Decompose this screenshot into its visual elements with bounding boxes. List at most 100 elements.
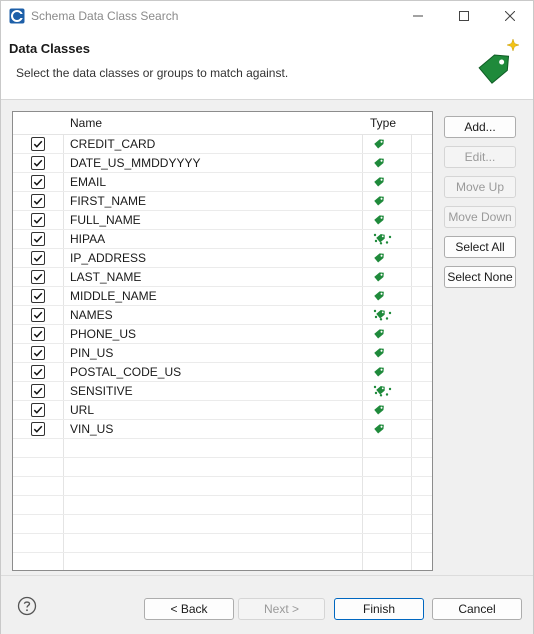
tag-group-icon (373, 231, 393, 247)
checkmark-icon (33, 387, 43, 395)
table-row[interactable]: CREDIT_CARD (13, 135, 432, 154)
row-name: VIN_US (70, 422, 114, 436)
table-row[interactable]: FIRST_NAME (13, 192, 432, 211)
row-name: IP_ADDRESS (70, 251, 147, 265)
tag-icon (373, 421, 393, 437)
data-class-banner-icon (467, 35, 523, 91)
empty-row (13, 534, 432, 553)
maximize-button[interactable] (441, 1, 487, 31)
app-icon (9, 8, 25, 24)
table-row[interactable]: POSTAL_CODE_US (13, 363, 432, 382)
row-checkbox[interactable] (31, 289, 45, 303)
row-checkbox[interactable] (31, 137, 45, 151)
table-row[interactable]: SENSITIVE (13, 382, 432, 401)
empty-row (13, 553, 432, 570)
checkmark-icon (33, 140, 43, 148)
table-row[interactable]: EMAIL (13, 173, 432, 192)
checkmark-icon (33, 292, 43, 300)
checkmark-icon (33, 368, 43, 376)
tag-icon (373, 402, 393, 418)
column-header-name[interactable]: Name (70, 116, 102, 130)
row-checkbox[interactable] (31, 384, 45, 398)
row-name: SENSITIVE (70, 384, 133, 398)
empty-row (13, 439, 432, 458)
row-name: EMAIL (70, 175, 107, 189)
checkmark-icon (33, 235, 43, 243)
table-row[interactable]: IP_ADDRESS (13, 249, 432, 268)
tag-icon (373, 364, 393, 380)
table-header: Name Type (13, 112, 432, 135)
maximize-icon (459, 11, 469, 21)
tag-icon (373, 136, 393, 152)
wizard-footer: < Back Next > Finish Cancel (1, 575, 533, 634)
row-name: MIDDLE_NAME (70, 289, 157, 303)
minimize-button[interactable] (395, 1, 441, 31)
empty-row (13, 458, 432, 477)
row-checkbox[interactable] (31, 422, 45, 436)
row-name: PHONE_US (70, 327, 137, 341)
checkmark-icon (33, 216, 43, 224)
table-row[interactable]: URL (13, 401, 432, 420)
row-checkbox[interactable] (31, 232, 45, 246)
back-button[interactable]: < Back (144, 598, 234, 620)
table-body: CREDIT_CARD DATE_US_MMDDYYYY EMAIL FIRST_NA… (13, 135, 432, 570)
close-button[interactable] (487, 1, 533, 31)
checkmark-icon (33, 159, 43, 167)
edit-button[interactable]: Edit... (444, 146, 516, 168)
row-name: DATE_US_MMDDYYYY (70, 156, 201, 170)
checkmark-icon (33, 330, 43, 338)
row-checkbox[interactable] (31, 251, 45, 265)
row-name: POSTAL_CODE_US (70, 365, 182, 379)
tag-icon (373, 250, 393, 266)
add-button[interactable]: Add... (444, 116, 516, 138)
row-checkbox[interactable] (31, 175, 45, 189)
empty-row (13, 477, 432, 496)
minimize-icon (413, 15, 423, 17)
select-all-button[interactable]: Select All (444, 236, 516, 258)
table-row[interactable]: VIN_US (13, 420, 432, 439)
tag-group-icon (373, 383, 393, 399)
empty-row (13, 496, 432, 515)
select-none-button[interactable]: Select None (444, 266, 516, 288)
row-checkbox[interactable] (31, 194, 45, 208)
row-checkbox[interactable] (31, 308, 45, 322)
row-checkbox[interactable] (31, 156, 45, 170)
finish-button[interactable]: Finish (334, 598, 424, 620)
column-header-type[interactable]: Type (370, 116, 396, 130)
checkmark-icon (33, 178, 43, 186)
move-up-button[interactable]: Move Up (444, 176, 516, 198)
table-row[interactable]: LAST_NAME (13, 268, 432, 287)
tag-icon (373, 174, 393, 190)
table-row[interactable]: DATE_US_MMDDYYYY (13, 154, 432, 173)
row-checkbox[interactable] (31, 365, 45, 379)
table-row[interactable]: PIN_US (13, 344, 432, 363)
data-classes-table[interactable]: Name Type CREDIT_CARD DATE_US_MMDDYYYY EMA… (12, 111, 433, 571)
title-bar: Schema Data Class Search (1, 1, 533, 31)
next-button[interactable]: Next > (238, 598, 325, 620)
move-down-button[interactable]: Move Down (444, 206, 516, 228)
row-name: LAST_NAME (70, 270, 142, 284)
table-row[interactable]: HIPAA (13, 230, 432, 249)
help-icon[interactable] (17, 596, 37, 616)
table-row[interactable]: FULL_NAME (13, 211, 432, 230)
table-row[interactable]: NAMES (13, 306, 432, 325)
row-checkbox[interactable] (31, 327, 45, 341)
checkmark-icon (33, 254, 43, 262)
row-checkbox[interactable] (31, 346, 45, 360)
row-checkbox[interactable] (31, 403, 45, 417)
row-name: URL (70, 403, 95, 417)
window-title: Schema Data Class Search (31, 9, 179, 23)
tag-icon (373, 193, 393, 209)
table-row[interactable]: PHONE_US (13, 325, 432, 344)
tag-icon (373, 345, 393, 361)
tag-group-icon (373, 307, 393, 323)
table-row[interactable]: MIDDLE_NAME (13, 287, 432, 306)
checkmark-icon (33, 349, 43, 357)
row-name: NAMES (70, 308, 113, 322)
row-checkbox[interactable] (31, 213, 45, 227)
cancel-button[interactable]: Cancel (432, 598, 522, 620)
page-title: Data Classes (9, 41, 90, 56)
checkmark-icon (33, 197, 43, 205)
row-checkbox[interactable] (31, 270, 45, 284)
row-name: FIRST_NAME (70, 194, 147, 208)
